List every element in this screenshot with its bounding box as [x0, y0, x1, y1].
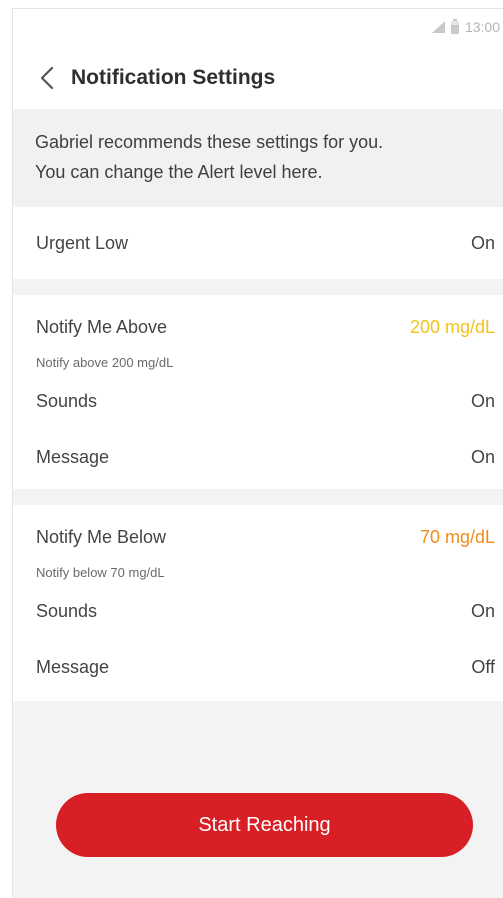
sounds-value: On	[470, 390, 495, 411]
recommendation-info: Gabriel recommends these settings for yo…	[13, 109, 503, 207]
status-bar: 13:00	[13, 9, 503, 47]
battery-icon	[450, 18, 459, 34]
notify-above-card: Notify Me Above 200 mg/dL Notify above 2…	[13, 295, 503, 489]
message-label: Message	[36, 656, 110, 677]
notify-below-description: Notify below 70 mg/dL	[36, 565, 165, 580]
info-line-1: Gabriel recommends these settings for yo…	[35, 132, 384, 152]
notify-below-sounds-row[interactable]: Sounds On	[13, 583, 503, 639]
section-divider	[13, 489, 503, 505]
notify-above-label: Notify Me Above	[36, 316, 168, 337]
notify-below-label: Notify Me Below	[36, 526, 167, 547]
message-value: Off	[471, 656, 495, 677]
start-reaching-button[interactable]: Start Reaching	[56, 793, 473, 857]
info-line-2: You can change the Alert level here.	[35, 162, 323, 182]
app-screen: 13:00 Notification Settings Gabriel reco…	[12, 8, 503, 898]
sounds-value: On	[470, 600, 495, 621]
message-value: On	[470, 446, 495, 467]
notify-above-description: Notify above 200 mg/dL	[36, 355, 174, 370]
notify-below-value: 70 mg/dL	[419, 526, 495, 547]
notify-below-message-row[interactable]: Message Off	[13, 639, 503, 695]
notify-above-value: 200 mg/dL	[409, 316, 495, 337]
message-label: Message	[36, 446, 110, 467]
status-icons: 13:00	[431, 18, 500, 35]
header: Notification Settings	[13, 47, 503, 109]
urgent-low-row[interactable]: Urgent Low On	[13, 207, 503, 279]
urgent-low-card: Urgent Low On	[13, 207, 503, 279]
sounds-label: Sounds	[36, 390, 98, 411]
status-time: 13:00	[464, 19, 500, 35]
notify-above-row[interactable]: Notify Me Above 200 mg/dL	[13, 301, 503, 353]
back-chevron-icon[interactable]	[29, 60, 65, 96]
notify-above-sounds-row[interactable]: Sounds On	[13, 373, 503, 429]
notify-below-row[interactable]: Notify Me Below 70 mg/dL	[13, 511, 503, 563]
notify-above-message-row[interactable]: Message On	[13, 429, 503, 485]
urgent-low-value: On	[470, 232, 495, 253]
sounds-label: Sounds	[36, 600, 98, 621]
urgent-low-label: Urgent Low	[36, 232, 129, 253]
notify-below-card: Notify Me Below 70 mg/dL Notify below 70…	[13, 505, 503, 701]
signal-icon	[431, 21, 445, 33]
section-divider	[13, 279, 503, 295]
page-title: Notification Settings	[71, 66, 276, 89]
